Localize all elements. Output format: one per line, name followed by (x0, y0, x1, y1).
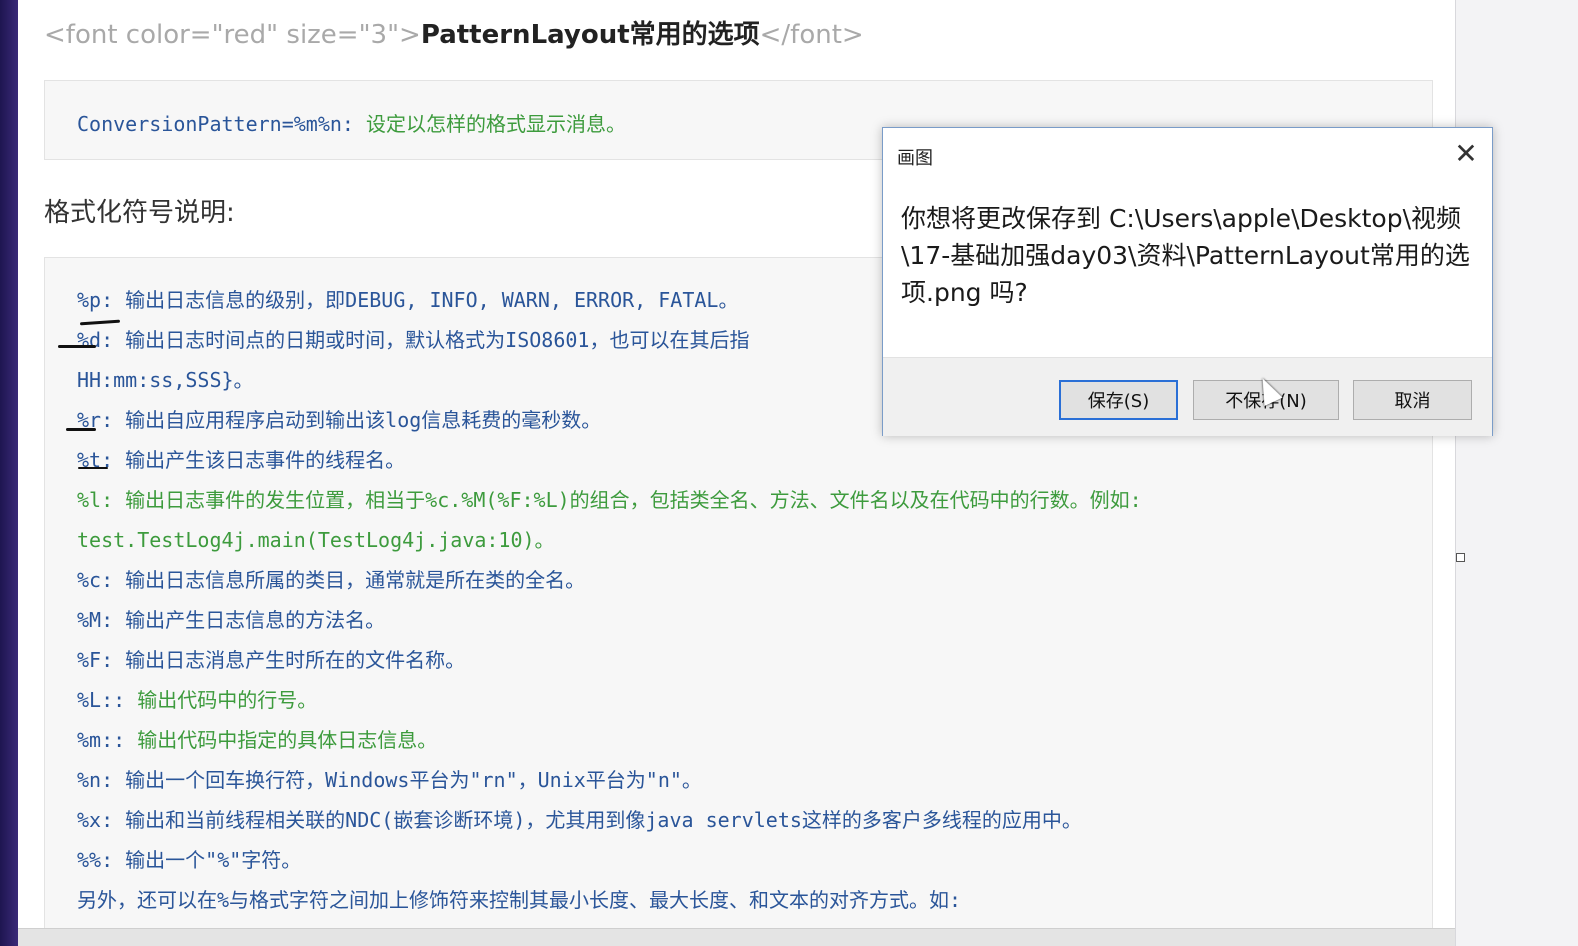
resize-handle[interactable] (1456, 553, 1465, 562)
pen-annotation-3 (66, 428, 96, 431)
section-label: 格式化符号说明: (44, 198, 235, 228)
code-line-d: %d: 输出日志时间点的日期或时间，默认格式为ISO8601，也可以在其后指 (77, 328, 750, 352)
heading-title: PatternLayout常用的选项 (420, 20, 760, 50)
dialog-title: 画图 (897, 148, 933, 169)
code-line-x: %x: 输出和当前线程相关联的NDC(嵌套诊断环境)，尤其用到像java ser… (77, 808, 1082, 832)
conversion-line: ConversionPattern=%m%n: 设定以怎样的格式显示消息。 (77, 108, 626, 137)
code-line-M: %M: 输出产生日志信息的方法名。 (77, 608, 386, 632)
conversion-key: ConversionPattern=%m%n: (77, 112, 354, 136)
code-line-d-cont: HH:mm:ss,SSS}。 (77, 368, 254, 392)
desktop-left-edge (0, 0, 18, 946)
pen-annotation-2 (58, 345, 96, 348)
code-line-n: %n: 输出一个回车换行符，Windows平台为"rn"，Unix平台为"n"。 (77, 768, 702, 792)
page-heading: <font color="red" size="3">PatternLayout… (44, 14, 864, 51)
code-line-L: %L:: 输出代码中的行号。 (77, 688, 318, 712)
code-line-r: %r: 输出自应用程序启动到输出该log信息耗费的毫秒数。 (77, 408, 602, 432)
bottom-status-bar (18, 928, 1455, 946)
heading-close-tag: </font> (759, 20, 864, 50)
code-line-modifiers: 另外，还可以在%与格式字符之间加上修饰符来控制其最小长度、最大长度、和文本的对齐… (77, 888, 962, 912)
save-changes-dialog: 画图 ✕ 你想将更改保存到 C:\Users\apple\Desktop\视频\… (882, 127, 1493, 436)
close-icon[interactable]: ✕ (1449, 138, 1483, 170)
code-line-p: %p: 输出日志信息的级别，即DEBUG, INFO, WARN, ERROR,… (77, 288, 739, 312)
save-button[interactable]: 保存(S) (1059, 380, 1178, 420)
dialog-titlebar: 画图 ✕ (883, 128, 1492, 180)
code-line-percent: %%: 输出一个"%"字符。 (77, 848, 302, 872)
pen-annotation-4 (78, 467, 108, 469)
code-line-c: %c: 输出日志信息所属的类目，通常就是所在类的全名。 (77, 568, 586, 592)
code-line-l: %l: 输出日志事件的发生位置，相当于%c.%M(%F:%L)的组合，包括类全名… (77, 488, 1142, 512)
conversion-desc: 设定以怎样的格式显示消息。 (366, 112, 626, 136)
dialog-message: 你想将更改保存到 C:\Users\apple\Desktop\视频\17-基础… (901, 204, 1470, 307)
code-line-l-cont: test.TestLog4j.main(TestLog4j.java:10)。 (77, 528, 555, 552)
code-line-t: %t: 输出产生该日志事件的线程名。 (77, 448, 406, 472)
code-line-m: %m:: 输出代码中指定的具体日志信息。 (77, 728, 438, 752)
cancel-button[interactable]: 取消 (1353, 380, 1472, 420)
code-line-F: %F: 输出日志消息产生时所在的文件名称。 (77, 648, 466, 672)
heading-open-tag: <font color="red" size="3"> (44, 20, 421, 50)
dialog-footer: 保存(S) 不保存(N) 取消 (883, 357, 1492, 436)
